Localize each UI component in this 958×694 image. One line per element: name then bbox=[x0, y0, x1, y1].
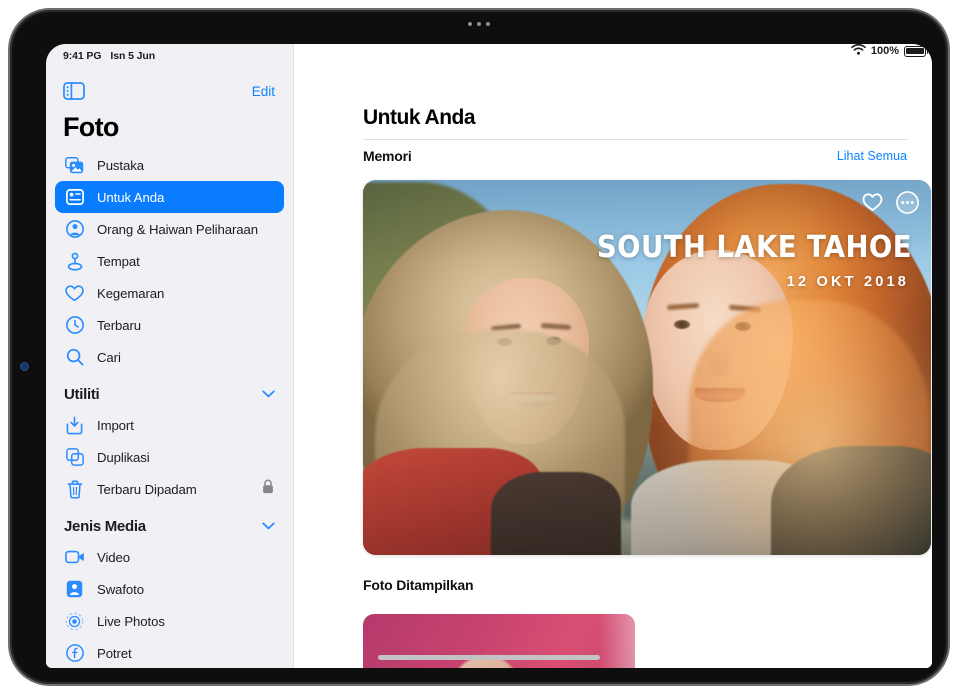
sidebar-item-label: Swafoto bbox=[97, 581, 144, 597]
memory-card-actions bbox=[860, 190, 920, 215]
sidebar-item-tempat[interactable]: Tempat bbox=[55, 245, 284, 277]
featured-photo-highlight bbox=[599, 614, 635, 668]
sidebar-item-label: Tempat bbox=[97, 253, 140, 269]
front-camera-indicator bbox=[20, 362, 29, 371]
sidebar-scroll-area[interactable]: Pustaka Untuk Anda Orang & Haiwan Peliha… bbox=[46, 149, 293, 668]
page-title: Foto bbox=[63, 112, 119, 142]
memories-section-header: Memori Lihat Semua bbox=[363, 148, 907, 164]
sidebar-item-label: Import bbox=[97, 417, 134, 433]
memories-see-all-link[interactable]: Lihat Semua bbox=[837, 149, 907, 163]
chevron-down-icon[interactable] bbox=[262, 517, 275, 535]
battery-percent-label: 100% bbox=[870, 45, 899, 57]
status-bar-right: 100% bbox=[851, 43, 929, 58]
memory-card[interactable]: SOUTH LAKE TAHOE 12 OKT 2018 bbox=[363, 180, 931, 555]
selfie-icon bbox=[64, 579, 85, 600]
edit-button[interactable]: Edit bbox=[252, 84, 275, 99]
sidebar-item-label: Pustaka bbox=[97, 157, 144, 173]
home-indicator[interactable] bbox=[378, 655, 600, 660]
sidebar-item-label: Kegemaran bbox=[97, 285, 165, 301]
sidebar-item-label: Potret bbox=[97, 645, 132, 661]
portrait-icon bbox=[64, 643, 85, 664]
sidebar-item-orang-haiwan[interactable]: Orang & Haiwan Peliharaan bbox=[55, 213, 284, 245]
sidebar-item-terbaru[interactable]: Terbaru bbox=[55, 309, 284, 341]
video-icon bbox=[64, 547, 85, 568]
sidebar-item-terbaru-dipadam[interactable]: Terbaru Dipadam bbox=[55, 473, 284, 505]
status-bar-left: 9:41 PG Isn 5 Jun bbox=[46, 44, 293, 68]
featured-section-header: Foto Ditampilkan bbox=[363, 577, 907, 593]
live-photo-icon bbox=[64, 611, 85, 632]
duplicate-icon bbox=[64, 447, 85, 468]
people-pets-icon bbox=[64, 219, 85, 240]
more-ellipsis-icon[interactable] bbox=[895, 190, 920, 215]
sidebar-item-label: Terbaru Dipadam bbox=[97, 481, 197, 497]
chevron-down-icon[interactable] bbox=[262, 385, 275, 403]
heart-icon bbox=[64, 283, 85, 304]
memories-title: Memori bbox=[363, 148, 412, 164]
sidebar-toolbar: Edit bbox=[46, 72, 293, 110]
featured-title: Foto Ditampilkan bbox=[363, 577, 474, 593]
ipad-device-frame: 9:41 PG Isn 5 Jun Edit Foto Pustaka Untu… bbox=[8, 8, 950, 686]
sidebar-item-live-photos[interactable]: Live Photos bbox=[55, 605, 284, 637]
window-dots-icon[interactable] bbox=[468, 22, 490, 26]
for-you-icon bbox=[64, 187, 85, 208]
dot bbox=[486, 22, 490, 26]
sidebar-item-label: Terbaru bbox=[97, 317, 142, 333]
sidebar-item-label: Live Photos bbox=[97, 613, 165, 629]
sidebar-item-duplikasi[interactable]: Duplikasi bbox=[55, 441, 284, 473]
sidebar-item-label: Untuk Anda bbox=[97, 189, 165, 205]
lock-icon bbox=[262, 479, 274, 499]
title-divider bbox=[363, 139, 907, 140]
sidebar-section-header-jenis-media[interactable]: Jenis Media bbox=[55, 511, 284, 541]
sidebar-item-kegemaran[interactable]: Kegemaran bbox=[55, 277, 284, 309]
sidebar-item-cari[interactable]: Cari bbox=[55, 341, 284, 373]
search-icon bbox=[64, 347, 85, 368]
ipad-screen: 9:41 PG Isn 5 Jun Edit Foto Pustaka Untu… bbox=[46, 44, 932, 668]
sidebar-item-video[interactable]: Video bbox=[55, 541, 284, 573]
sidebar-item-label: Video bbox=[97, 549, 130, 565]
sidebar-item-label: Duplikasi bbox=[97, 449, 150, 465]
import-icon bbox=[64, 415, 85, 436]
photos-library-icon bbox=[64, 155, 85, 176]
status-time: 9:41 PG bbox=[63, 50, 102, 62]
heart-outline-icon[interactable] bbox=[860, 190, 885, 215]
sidebar-item-swafoto[interactable]: Swafoto bbox=[55, 573, 284, 605]
dot bbox=[468, 22, 472, 26]
wifi-icon bbox=[851, 43, 866, 58]
dot bbox=[477, 22, 481, 26]
section-title: Jenis Media bbox=[64, 517, 146, 535]
section-title: Utiliti bbox=[64, 385, 100, 403]
places-pin-icon bbox=[64, 251, 85, 272]
memory-card-title: SOUTH LAKE TAHOE bbox=[597, 230, 913, 265]
sidebar-item-pustaka[interactable]: Pustaka bbox=[55, 149, 284, 181]
sidebar-section-header-utiliti[interactable]: Utiliti bbox=[55, 379, 284, 409]
memory-card-date: 12 OKT 2018 bbox=[786, 274, 909, 290]
main-content: Untuk Anda Memori Lihat Semua SOUTH LAKE… bbox=[295, 44, 932, 668]
main-page-title: Untuk Anda bbox=[363, 106, 476, 129]
memory-card-text: SOUTH LAKE TAHOE 12 OKT 2018 bbox=[597, 230, 913, 290]
battery-icon bbox=[904, 45, 929, 57]
sidebar: 9:41 PG Isn 5 Jun Edit Foto Pustaka Untu… bbox=[46, 44, 294, 668]
sidebar-item-untuk-anda[interactable]: Untuk Anda bbox=[55, 181, 284, 213]
sidebar-item-label: Cari bbox=[97, 349, 121, 365]
status-date: Isn 5 Jun bbox=[110, 50, 156, 62]
sidebar-item-import[interactable]: Import bbox=[55, 409, 284, 441]
sidebar-item-label: Orang & Haiwan Peliharaan bbox=[97, 221, 258, 237]
sidebar-toggle-icon[interactable] bbox=[63, 82, 85, 100]
clock-icon bbox=[64, 315, 85, 336]
sidebar-item-potret[interactable]: Potret bbox=[55, 637, 284, 668]
trash-icon bbox=[64, 479, 85, 500]
